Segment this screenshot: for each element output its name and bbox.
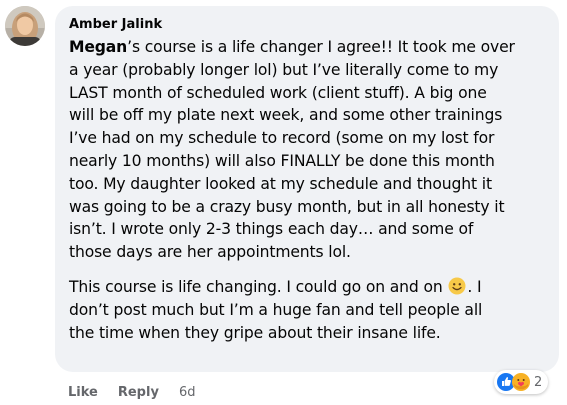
comment-line: too. My daughter looked at my schedule a… <box>69 174 492 193</box>
comment-line: will be off my plate next week, and some… <box>69 106 503 125</box>
comment-line: isn’t. I wrote only 2-3 things each day…… <box>69 220 474 239</box>
comment-line: This course is life changing. I could go… <box>69 277 482 296</box>
care-icon <box>512 373 530 391</box>
mention-link[interactable]: Megan <box>69 38 127 56</box>
comment-paragraph-1: Megan’s course is a life changer I agree… <box>69 36 554 264</box>
comment-actions: Like Reply 6d <box>68 385 195 400</box>
comment-line: those days are her appointments lol. <box>69 243 351 262</box>
like-button[interactable]: Like <box>68 385 98 400</box>
comment-line: I’ve had on my schedule to record (some … <box>69 129 495 148</box>
comment-line: the time when they gripe about their ins… <box>69 323 441 342</box>
reply-button[interactable]: Reply <box>118 385 159 400</box>
comment-line: nearly 10 months) will also FINALLY be d… <box>69 151 495 170</box>
avatar[interactable] <box>5 6 45 46</box>
comment-line: Megan’s course is a life changer I agree… <box>69 38 515 56</box>
reaction-summary[interactable]: 2 <box>494 370 549 394</box>
reaction-count: 2 <box>534 374 543 390</box>
profile-photo <box>5 6 45 46</box>
comment-author[interactable]: Amber Jalink <box>69 17 162 32</box>
smiling-face-emoji-icon <box>448 277 466 295</box>
comment-bubble: Amber Jalink Megan’s course is a life ch… <box>55 6 559 372</box>
comment-line: was going to be a crazy busy month, but … <box>69 197 505 216</box>
timestamp[interactable]: 6d <box>179 385 196 400</box>
comment-line: LAST month of scheduled work (client stu… <box>69 83 487 102</box>
comment-line: don’t post much but I’m a huge fan and t… <box>69 300 483 319</box>
comment-body: Megan’s course is a life changer I agree… <box>69 36 554 344</box>
comment-paragraph-2: This course is life changing. I could go… <box>69 276 554 344</box>
comment-line: a year (probably longer lol) but I’ve li… <box>69 60 499 79</box>
